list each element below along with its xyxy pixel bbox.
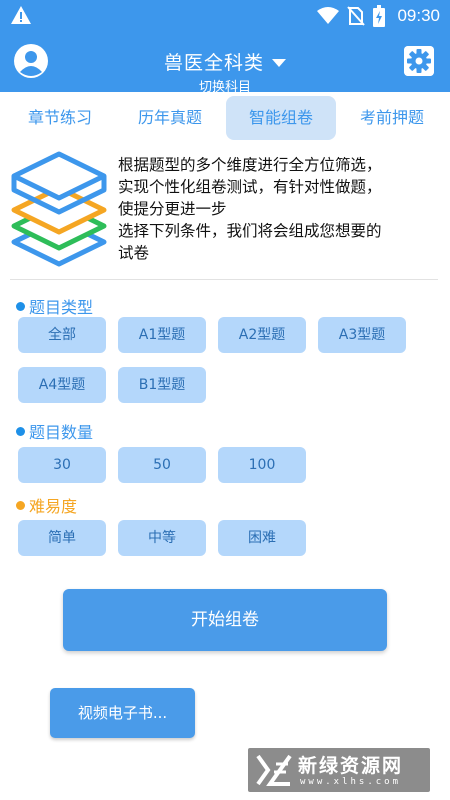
tab-past-exams[interactable]: 历年真题: [120, 96, 220, 140]
tab-bar: 章节练习 历年真题 智能组卷 考前押题: [0, 96, 450, 140]
type-option-a3[interactable]: A3型题: [318, 317, 406, 353]
warning-icon: [11, 6, 31, 24]
type-option-a1[interactable]: A1型题: [118, 317, 206, 353]
bullet-dot-icon: [16, 301, 25, 311]
tab-smart-paper[interactable]: 智能组卷: [226, 96, 336, 140]
type-option-a2[interactable]: A2型题: [218, 317, 306, 353]
watermark: 新绿资源网 www.xlhs.com: [248, 748, 430, 792]
bullet-dot-icon: [16, 426, 25, 436]
chevron-down-icon: [272, 58, 286, 67]
intro-line: 试卷: [118, 244, 150, 262]
question-type-title: 题目类型: [16, 294, 93, 318]
intro-line: 根据题型的多个维度进行全方位筛选，: [118, 156, 382, 174]
count-option-50[interactable]: 50: [118, 447, 206, 483]
status-time: 09:30: [397, 6, 440, 25]
section-title-text: 题目数量: [29, 423, 94, 442]
page-title: 兽医全科类: [163, 52, 264, 74]
count-option-30[interactable]: 30: [18, 447, 106, 483]
section-title-text: 题目类型: [29, 298, 94, 317]
difficulty-option-hard[interactable]: 困难: [218, 520, 306, 556]
count-option-100[interactable]: 100: [218, 447, 306, 483]
type-option-all[interactable]: 全部: [18, 317, 106, 353]
difficulty-option-medium[interactable]: 中等: [118, 520, 206, 556]
type-option-a4[interactable]: A4型题: [18, 367, 106, 403]
intro-line: 选择下列条件，我们将会组成您想要的: [118, 222, 382, 240]
intro-description: 根据题型的多个维度进行全方位筛选， 实现个性化组卷测试，有针对性做题， 使提分更…: [118, 154, 438, 264]
watermark-logo-icon: [256, 754, 292, 786]
status-bar: 09:30: [0, 0, 450, 32]
type-option-b1[interactable]: B1型题: [118, 367, 206, 403]
divider: [10, 279, 438, 280]
layers-icon: [11, 151, 107, 267]
section-title-text: 难易度: [29, 497, 78, 516]
difficulty-option-easy[interactable]: 简单: [18, 520, 106, 556]
bullet-dot-icon: [16, 500, 25, 510]
question-count-title: 题目数量: [16, 419, 93, 443]
watermark-text: 新绿资源网: [298, 755, 404, 777]
tab-exam-prediction[interactable]: 考前押题: [342, 96, 442, 140]
subject-selector[interactable]: 兽医全科类: [0, 48, 450, 75]
intro-line: 使提分更进一步: [118, 200, 227, 218]
switch-subject-label[interactable]: 切换科目: [0, 76, 450, 95]
settings-icon[interactable]: [404, 46, 434, 76]
start-paper-button[interactable]: 开始组卷: [63, 589, 387, 651]
video-ebook-button[interactable]: 视频电子书...: [50, 688, 195, 738]
no-sim-icon: [347, 6, 366, 26]
intro-line: 实现个性化组卷测试，有针对性做题，: [118, 178, 382, 196]
app-bar: 兽医全科类 切换科目: [0, 32, 450, 95]
battery-icon: [373, 5, 386, 27]
watermark-url: www.xlhs.com: [300, 777, 402, 787]
wifi-icon: [317, 7, 340, 24]
tab-chapter-practice[interactable]: 章节练习: [10, 96, 110, 140]
difficulty-title: 难易度: [16, 493, 77, 517]
